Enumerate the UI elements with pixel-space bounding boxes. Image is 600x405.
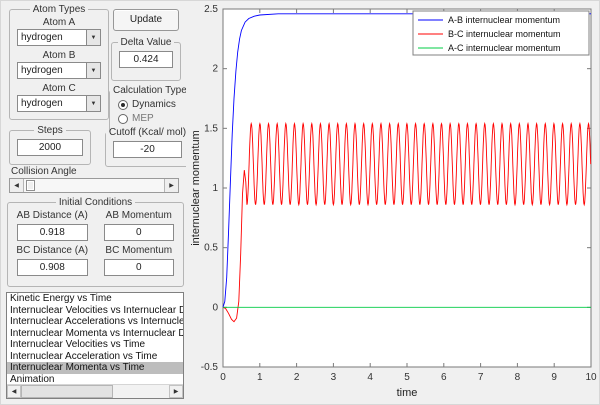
- x-tick-label: 3: [331, 372, 337, 383]
- atom-b-value: hydrogen: [21, 65, 63, 76]
- y-tick-label: 0.5: [204, 243, 218, 254]
- slider-thumb[interactable]: [26, 180, 35, 191]
- x-tick-label: 8: [515, 372, 521, 383]
- legend-entry-label: A-C internuclear momentum: [448, 43, 561, 53]
- ab-momentum-field[interactable]: 0: [104, 224, 175, 241]
- y-tick-label: 0: [212, 302, 218, 313]
- mep-radio[interactable]: MEP: [118, 113, 190, 124]
- x-tick-label: 7: [478, 372, 484, 383]
- atom-c-dropdown[interactable]: hydrogen ▼: [17, 95, 101, 112]
- dynamics-radio[interactable]: Dynamics: [118, 99, 190, 110]
- y-tick-label: 1: [212, 183, 218, 194]
- bc-distance-field[interactable]: 0.908: [17, 259, 88, 276]
- ab-momentum-label: AB Momentum: [97, 210, 182, 221]
- arrow-left-icon[interactable]: ◀: [10, 179, 24, 192]
- y-tick-label: 2: [212, 64, 218, 75]
- dynamics-radio-label: Dynamics: [132, 99, 176, 110]
- y-axis-label: internuclear momentum: [190, 130, 202, 246]
- ab-distance-label: AB Distance (A): [10, 210, 95, 221]
- x-axis-label: time: [397, 387, 418, 399]
- bc-momentum-field[interactable]: 0: [104, 259, 175, 276]
- delta-value-title: Delta Value: [118, 37, 175, 48]
- chevron-down-icon[interactable]: ▼: [86, 30, 100, 45]
- list-item[interactable]: Kinetic Energy vs Time: [7, 293, 183, 305]
- x-tick-label: 4: [367, 372, 373, 383]
- delta-value-field[interactable]: 0.424: [119, 51, 173, 68]
- list-item[interactable]: Internuclear Accelerations vs Internucle…: [7, 316, 183, 328]
- x-tick-label: 5: [404, 372, 410, 383]
- atom-types-panel: Atom Types Atom A hydrogen ▼ Atom B hydr…: [9, 4, 109, 120]
- legend-entry-label: B-C internuclear momentum: [448, 29, 561, 39]
- plot-area: 012345678910-0.500.511.522.5timeinternuc…: [186, 1, 600, 405]
- cutoff-field[interactable]: -20: [113, 141, 182, 158]
- atom-c-value: hydrogen: [21, 98, 63, 109]
- atom-types-title: Atom Types: [30, 4, 89, 15]
- atom-a-dropdown[interactable]: hydrogen ▼: [17, 29, 101, 46]
- momentum-vs-time-plot: 012345678910-0.500.511.522.5timeinternuc…: [186, 1, 600, 405]
- arrow-right-icon[interactable]: ▶: [164, 179, 178, 192]
- atom-b-dropdown[interactable]: hydrogen ▼: [17, 62, 101, 79]
- calculation-type-title: Calculation Type: [110, 85, 190, 96]
- ab-distance-field[interactable]: 0.918: [17, 224, 88, 241]
- x-tick-label: 9: [551, 372, 557, 383]
- update-button[interactable]: Update: [113, 9, 179, 31]
- radio-icon[interactable]: [118, 114, 128, 124]
- plot-axes-box: [223, 9, 591, 367]
- x-tick-label: 1: [257, 372, 263, 383]
- initial-conditions-panel: Initial Conditions AB Distance (A) 0.918…: [7, 197, 184, 287]
- listbox-items: Kinetic Energy vs TimeInternuclear Veloc…: [7, 293, 183, 384]
- plot-type-listbox[interactable]: Kinetic Energy vs TimeInternuclear Veloc…: [6, 292, 184, 399]
- scrollbar-track[interactable]: [21, 385, 169, 398]
- x-tick-label: 10: [585, 372, 597, 383]
- x-tick-label: 2: [294, 372, 300, 383]
- horizontal-scrollbar[interactable]: ◀ ▶: [7, 384, 183, 398]
- arrow-right-icon[interactable]: ▶: [169, 385, 183, 398]
- list-item[interactable]: Internuclear Momenta vs Time: [7, 362, 183, 374]
- y-tick-label: 2.5: [204, 4, 218, 15]
- bc-momentum-label: BC Momentum: [97, 245, 182, 256]
- collision-angle-slider[interactable]: ◀ ▶: [9, 178, 179, 193]
- slider-track[interactable]: [24, 179, 164, 192]
- list-item[interactable]: Internuclear Acceleration vs Time: [7, 351, 183, 363]
- list-item[interactable]: Internuclear Momenta vs Internuclear Dis…: [7, 328, 183, 340]
- atom-a-value: hydrogen: [21, 32, 63, 43]
- x-tick-label: 0: [220, 372, 226, 383]
- bc-distance-label: BC Distance (A): [10, 245, 95, 256]
- initial-conditions-title: Initial Conditions: [56, 197, 135, 208]
- mep-radio-label: MEP: [132, 113, 154, 124]
- radio-icon[interactable]: [118, 100, 128, 110]
- chevron-down-icon[interactable]: ▼: [86, 63, 100, 78]
- legend-entry-label: A-B internuclear momentum: [448, 15, 560, 25]
- md-simulation-app: Atom Types Atom A hydrogen ▼ Atom B hydr…: [0, 0, 600, 405]
- steps-panel: Steps 2000: [9, 125, 91, 165]
- atom-c-label: Atom C: [10, 83, 108, 94]
- arrow-left-icon[interactable]: ◀: [7, 385, 21, 398]
- x-tick-label: 6: [441, 372, 447, 383]
- scrollbar-thumb[interactable]: [21, 385, 113, 398]
- cutoff-panel: Cutoff (Kcal/ mol) -20: [105, 127, 190, 167]
- atom-a-label: Atom A: [10, 17, 108, 28]
- delta-value-panel: Delta Value 0.424: [111, 37, 181, 81]
- list-item[interactable]: Internuclear Velocities vs Internuclear …: [7, 305, 183, 317]
- list-item[interactable]: Animation: [7, 374, 183, 385]
- cutoff-title: Cutoff (Kcal/ mol): [106, 127, 189, 138]
- atom-b-label: Atom B: [10, 50, 108, 61]
- chevron-down-icon[interactable]: ▼: [86, 96, 100, 111]
- collision-angle-label: Collision Angle: [11, 166, 77, 177]
- list-item[interactable]: Internuclear Velocities vs Time: [7, 339, 183, 351]
- steps-field[interactable]: 2000: [17, 139, 83, 156]
- y-tick-label: 1.5: [204, 123, 218, 134]
- y-tick-label: -0.5: [201, 362, 219, 373]
- steps-title: Steps: [34, 125, 66, 136]
